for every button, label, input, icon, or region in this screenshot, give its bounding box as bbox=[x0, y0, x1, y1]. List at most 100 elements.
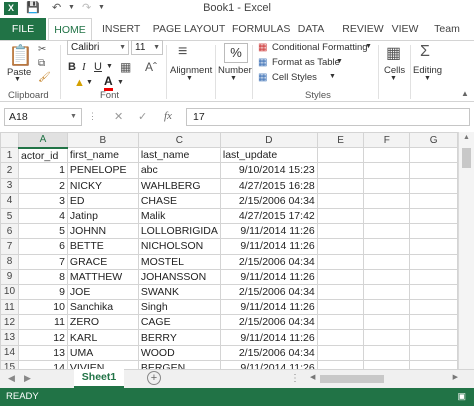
tab-data[interactable]: DATA bbox=[294, 18, 328, 40]
cell-b[interactable]: JOE bbox=[66, 283, 139, 301]
cell-styles-button[interactable]: Cell Styles bbox=[272, 72, 317, 83]
cell-b[interactable]: JOHNN bbox=[66, 223, 139, 240]
cell-a[interactable]: 13 bbox=[17, 344, 68, 361]
row-header[interactable]: 15 bbox=[0, 359, 19, 369]
cell-c[interactable]: Singh bbox=[137, 299, 221, 316]
cell-empty[interactable] bbox=[316, 147, 365, 164]
cell-d[interactable]: 9/10/2014 15:23 bbox=[219, 162, 318, 179]
horizontal-scrollbar[interactable]: ◀ ▶ bbox=[310, 374, 458, 384]
row-header[interactable]: 9 bbox=[0, 268, 19, 285]
cut-icon[interactable]: ✂ bbox=[38, 44, 46, 55]
fill-color-dropdown-icon[interactable]: ▼ bbox=[86, 79, 93, 86]
cell-empty[interactable] bbox=[409, 192, 458, 209]
tab-insert[interactable]: INSERT bbox=[102, 18, 140, 40]
cell-empty[interactable] bbox=[409, 207, 458, 225]
cell-empty[interactable] bbox=[409, 299, 458, 316]
cell-empty[interactable] bbox=[409, 268, 458, 285]
cell-empty[interactable] bbox=[363, 223, 411, 240]
scroll-thumb[interactable] bbox=[320, 375, 384, 383]
percent-icon[interactable]: % bbox=[224, 43, 248, 63]
cell-d[interactable]: 4/27/2015 16:28 bbox=[219, 177, 318, 194]
cell-c[interactable]: CHASE bbox=[137, 192, 221, 209]
column-header-e[interactable]: E bbox=[316, 132, 365, 149]
cell-empty[interactable] bbox=[363, 359, 411, 369]
cell-empty[interactable] bbox=[363, 147, 411, 164]
cell-empty[interactable] bbox=[409, 223, 458, 240]
editing-dropdown-icon[interactable]: ▼ bbox=[424, 75, 431, 82]
cell-c[interactable]: abc bbox=[137, 162, 221, 179]
cell-d[interactable]: 9/11/2014 11:26 bbox=[219, 359, 318, 369]
cell-c[interactable]: Malik bbox=[137, 207, 221, 225]
cell-empty[interactable] bbox=[363, 177, 411, 194]
cell-empty[interactable] bbox=[316, 299, 365, 316]
cell-a[interactable]: actor_id bbox=[17, 147, 68, 164]
cell-b[interactable]: GRACE bbox=[66, 253, 139, 270]
sheet-prev-icon[interactable]: ◀ bbox=[8, 373, 15, 384]
cell-a[interactable]: 3 bbox=[17, 192, 68, 209]
cell-c[interactable]: last_name bbox=[137, 147, 221, 164]
tab-view[interactable]: VIEW bbox=[390, 18, 420, 40]
increase-font-icon[interactable]: Aˆ bbox=[145, 60, 157, 74]
select-all-corner[interactable] bbox=[0, 132, 19, 149]
cell-b[interactable]: Sanchika bbox=[66, 299, 139, 316]
cell-empty[interactable] bbox=[363, 207, 411, 225]
cell-empty[interactable] bbox=[316, 238, 365, 255]
cell-a[interactable]: 1 bbox=[17, 162, 68, 179]
alignment-icon[interactable]: ≡ bbox=[178, 44, 187, 60]
font-color-icon[interactable]: A bbox=[104, 74, 113, 91]
chevron-down-icon[interactable]: ▼ bbox=[365, 43, 372, 50]
cell-a[interactable]: 11 bbox=[17, 314, 68, 331]
font-color-dropdown-icon[interactable]: ▼ bbox=[117, 79, 124, 86]
cells-dropdown-icon[interactable]: ▼ bbox=[390, 75, 397, 82]
underline-button[interactable]: U bbox=[94, 61, 102, 73]
cell-empty[interactable] bbox=[363, 314, 411, 331]
cell-c[interactable]: WAHLBERG bbox=[137, 177, 221, 194]
cell-empty[interactable] bbox=[409, 162, 458, 179]
editing-icon[interactable]: Σ bbox=[420, 43, 430, 61]
chevron-down-icon[interactable]: ▼ bbox=[336, 58, 343, 65]
scroll-thumb[interactable] bbox=[462, 148, 471, 168]
row-header[interactable]: 11 bbox=[0, 299, 19, 316]
formula-input[interactable]: 17 bbox=[186, 108, 470, 126]
font-name-select[interactable]: Calibri ▼ bbox=[67, 40, 129, 55]
insert-function-icon[interactable]: fx bbox=[164, 110, 172, 122]
row-header[interactable]: 13 bbox=[0, 329, 19, 346]
cell-c[interactable]: LOLLOBRIGIDA bbox=[137, 223, 221, 240]
cell-a[interactable]: 6 bbox=[17, 238, 68, 255]
row-header[interactable]: 14 bbox=[0, 344, 19, 361]
format-as-table-button[interactable]: Format as Table bbox=[272, 57, 340, 68]
cell-d[interactable]: 4/27/2015 17:42 bbox=[219, 207, 318, 225]
cell-empty[interactable] bbox=[363, 162, 411, 179]
cell-empty[interactable] bbox=[363, 344, 411, 361]
cell-d[interactable]: 9/11/2014 11:26 bbox=[219, 223, 318, 240]
cell-a[interactable]: 8 bbox=[17, 268, 68, 285]
cell-d[interactable]: 9/11/2014 11:26 bbox=[219, 329, 318, 346]
cell-empty[interactable] bbox=[316, 359, 365, 369]
cell-empty[interactable] bbox=[409, 344, 458, 361]
tab-formulas[interactable]: FORMULAS bbox=[232, 18, 290, 40]
scroll-left-icon[interactable]: ◀ bbox=[310, 373, 315, 381]
sheet-tab-sheet1[interactable]: Sheet1 bbox=[74, 369, 124, 388]
borders-icon[interactable]: ▦ bbox=[120, 60, 131, 74]
row-header[interactable]: 8 bbox=[0, 253, 19, 270]
cell-a[interactable]: 9 bbox=[17, 283, 68, 301]
cell-empty[interactable] bbox=[409, 238, 458, 255]
cell-empty[interactable] bbox=[409, 359, 458, 369]
cell-empty[interactable] bbox=[316, 329, 365, 346]
cell-empty[interactable] bbox=[316, 253, 365, 270]
cell-b[interactable]: Jatinp bbox=[66, 207, 139, 225]
bold-button[interactable]: B bbox=[68, 61, 76, 73]
tab-file[interactable]: FILE bbox=[0, 18, 46, 40]
cell-c[interactable]: CAGE bbox=[137, 314, 221, 331]
scroll-up-icon[interactable]: ▲ bbox=[459, 134, 474, 141]
cell-empty[interactable] bbox=[363, 283, 411, 301]
cell-a[interactable]: 10 bbox=[17, 299, 68, 316]
cell-empty[interactable] bbox=[363, 253, 411, 270]
cell-b[interactable]: ZERO bbox=[66, 314, 139, 331]
cell-empty[interactable] bbox=[316, 223, 365, 240]
fill-color-icon[interactable]: ▲ bbox=[74, 77, 85, 89]
cell-a[interactable]: 2 bbox=[17, 177, 68, 194]
chevron-down-icon[interactable]: ▼ bbox=[329, 73, 336, 80]
copy-icon[interactable]: ⧉ bbox=[38, 58, 45, 69]
cell-d[interactable]: 2/15/2006 04:34 bbox=[219, 283, 318, 301]
